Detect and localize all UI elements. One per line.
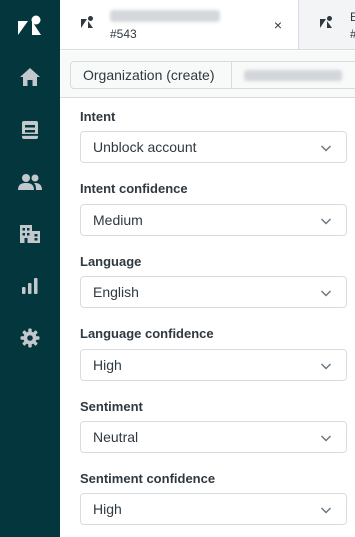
chevron-down-icon: [321, 145, 331, 152]
field-label-language: Language: [80, 254, 142, 269]
breadcrumb: Organization (create): [60, 51, 355, 98]
admin-gear-icon[interactable]: [0, 318, 60, 358]
language-confidence-select[interactable]: High: [80, 349, 347, 381]
ticket-tab-title: E: [350, 10, 355, 24]
home-icon[interactable]: [0, 57, 60, 97]
select-value: High: [93, 357, 122, 373]
sentiment-confidence-select[interactable]: High: [80, 493, 347, 525]
ticket-tab-next[interactable]: E #: [300, 0, 355, 49]
chevron-down-icon: [321, 363, 331, 370]
sentiment-select[interactable]: Neutral: [80, 421, 347, 453]
select-value: High: [93, 501, 122, 517]
language-select[interactable]: English: [80, 276, 347, 308]
select-value: Unblock account: [93, 139, 197, 155]
ticket-tab-active[interactable]: #543 ×: [60, 0, 299, 49]
field-label-sentiment-confidence: Sentiment confidence: [80, 471, 216, 486]
reporting-icon[interactable]: [0, 266, 60, 306]
chevron-down-icon: [321, 218, 331, 225]
select-value: Neutral: [93, 429, 139, 445]
intent-select[interactable]: Unblock account: [80, 131, 347, 163]
field-label-intent: Intent: [80, 109, 116, 124]
breadcrumb-organization-create[interactable]: Organization (create): [70, 61, 232, 89]
zendesk-logo-icon[interactable]: [0, 6, 60, 46]
views-icon[interactable]: [0, 110, 60, 150]
ticket-tab-id: #543: [110, 27, 137, 41]
ticket-tab-title-redacted: [110, 10, 220, 22]
field-label-language-confidence: Language confidence: [80, 326, 214, 341]
chevron-down-icon: [321, 507, 331, 514]
ticket-channel-icon: [318, 15, 334, 36]
intent-confidence-select[interactable]: Medium: [80, 204, 347, 236]
nav-rail: [0, 0, 60, 537]
redacted-text: [244, 69, 342, 81]
ticket-tab-strip: #543 × E #: [60, 0, 355, 50]
close-tab-button[interactable]: ×: [268, 15, 288, 35]
chevron-down-icon: [321, 290, 331, 297]
field-label-sentiment: Sentiment: [80, 399, 143, 414]
select-value: Medium: [93, 212, 143, 228]
ticket-tab-id: #: [350, 27, 355, 41]
chevron-down-icon: [321, 435, 331, 442]
organizations-icon[interactable]: [0, 214, 60, 254]
breadcrumb-user-redacted[interactable]: [231, 61, 355, 89]
customers-icon[interactable]: [0, 162, 60, 202]
field-label-intent-confidence: Intent confidence: [80, 181, 188, 196]
select-value: English: [93, 284, 139, 300]
ticket-channel-icon: [79, 15, 95, 36]
